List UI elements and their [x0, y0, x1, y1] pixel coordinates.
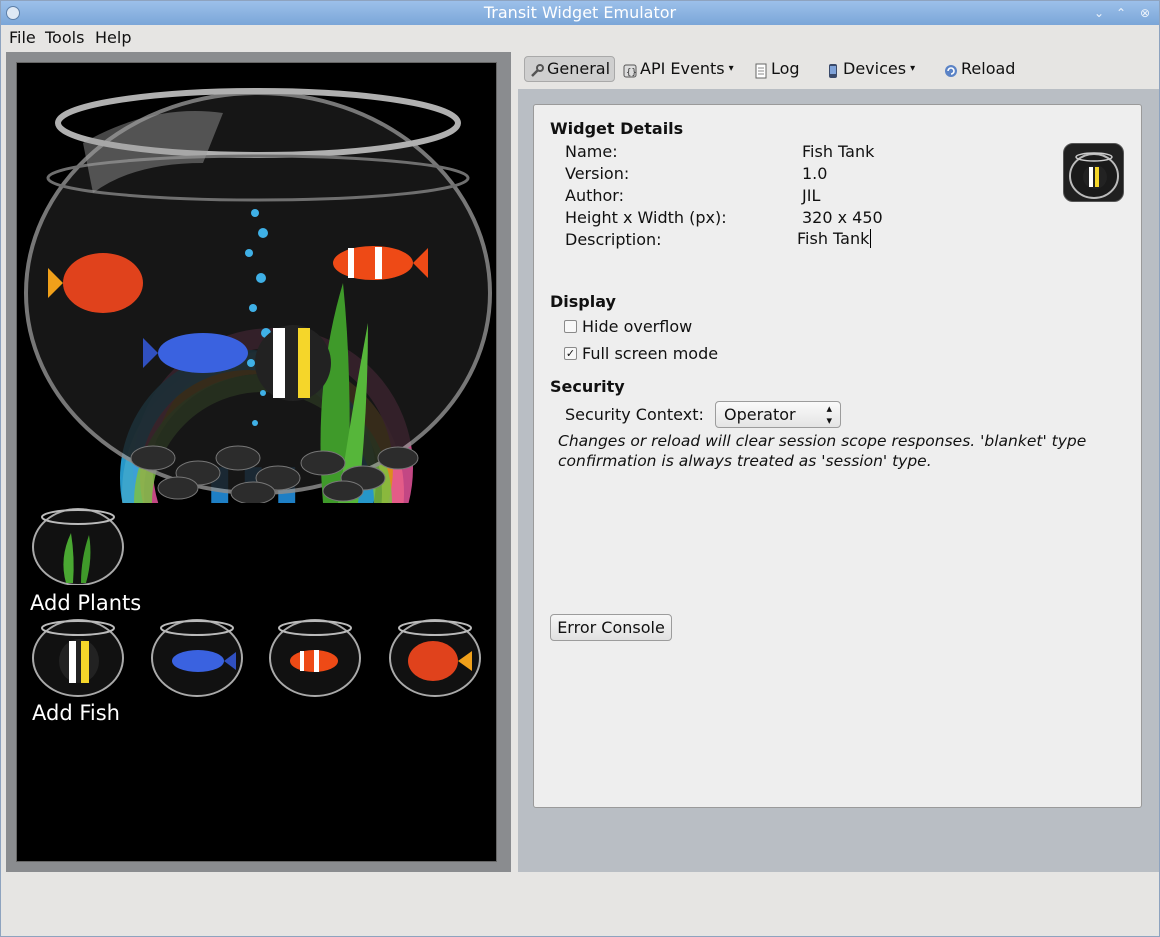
device-icon [825, 61, 841, 78]
chevron-down-icon: ▾ [728, 63, 734, 74]
tab-general-label: General [547, 59, 611, 78]
tab-bar: General {} API Events ▾ Log Devices ▾ Re… [518, 52, 1159, 89]
display-heading: Display [550, 292, 616, 311]
add-red-fish-bowl[interactable] [388, 616, 482, 698]
api-events-icon: {} [622, 61, 638, 78]
error-console-button[interactable]: Error Console [550, 614, 672, 641]
menu-bar: File Tools Help [1, 25, 1159, 51]
widget-details-heading: Widget Details [550, 119, 684, 138]
hide-overflow-checkbox[interactable] [564, 320, 577, 333]
fish-tank-icon [1063, 143, 1124, 202]
add-plants-bowl[interactable] [31, 503, 125, 585]
tab-devices-label: Devices [843, 59, 907, 78]
tab-api-events-label: API Events [640, 59, 725, 78]
tab-reload-label: Reload [961, 59, 1016, 78]
minimize-icon[interactable]: ⌄ [1091, 5, 1107, 21]
widget-screen[interactable]: JIL [16, 62, 497, 862]
hide-overflow-label: Hide overflow [582, 317, 693, 336]
security-context-value: Operator [724, 405, 796, 424]
reload-icon [943, 61, 959, 77]
angelfish [255, 325, 331, 401]
panel-splitter[interactable] [511, 52, 518, 872]
status-bar [6, 874, 1158, 934]
name-label: Name: [565, 142, 618, 161]
full-screen-option[interactable]: ✓ Full screen mode [564, 344, 718, 363]
hide-overflow-option[interactable]: Hide overflow [564, 317, 692, 336]
select-arrows-icon: ▴ ▾ [826, 402, 832, 427]
version-value: 1.0 [802, 164, 828, 183]
security-note: Changes or reload will clear session sco… [558, 432, 1087, 470]
description-field[interactable]: Fish Tank [797, 229, 872, 248]
app-window: Transit Widget Emulator ⌄ ⌃ ⊗ File Tools… [0, 0, 1160, 937]
author-value: JIL [802, 186, 821, 205]
add-blue-fish-bowl[interactable] [150, 616, 244, 698]
menu-help[interactable]: Help [95, 28, 131, 47]
full-screen-checkbox[interactable]: ✓ [564, 347, 577, 360]
version-label: Version: [565, 164, 630, 183]
tab-reload[interactable]: Reload [939, 56, 1019, 82]
title-bar: Transit Widget Emulator ⌄ ⌃ ⊗ [1, 1, 1159, 25]
add-plants-label[interactable]: Add Plants [30, 591, 141, 615]
maximize-icon[interactable]: ⌃ [1113, 5, 1129, 21]
log-icon [753, 61, 769, 79]
add-clownfish-bowl[interactable] [268, 616, 362, 698]
tab-devices[interactable]: Devices ▾ [821, 56, 919, 82]
svg-text:{}: {} [626, 68, 637, 78]
tab-general[interactable]: General [524, 56, 616, 82]
chevron-down-icon: ▾ [910, 63, 916, 74]
menu-file[interactable]: File [9, 28, 36, 47]
add-angelfish-bowl[interactable] [31, 616, 125, 698]
security-context-select[interactable]: Operator ▴ ▾ [715, 401, 841, 428]
security-heading: Security [550, 377, 625, 396]
menu-tools[interactable]: Tools [45, 28, 84, 47]
dimensions-value: 320 x 450 [802, 208, 883, 227]
fish-bowl-image: JIL [24, 88, 492, 503]
security-context-label: Security Context: [565, 405, 704, 424]
tab-api-events[interactable]: {} API Events ▾ [618, 56, 738, 82]
tab-log-label: Log [771, 59, 800, 78]
description-label: Description: [565, 230, 662, 249]
add-fish-label[interactable]: Add Fish [32, 701, 120, 725]
dimensions-label: Height x Width (px): [565, 208, 727, 227]
name-value: Fish Tank [802, 142, 875, 161]
tab-log[interactable]: Log [749, 56, 804, 82]
full-screen-label: Full screen mode [582, 344, 719, 363]
window-title: Transit Widget Emulator [483, 3, 677, 22]
author-label: Author: [565, 186, 624, 205]
wrench-icon [529, 61, 545, 77]
close-icon[interactable]: ⊗ [1137, 5, 1153, 21]
